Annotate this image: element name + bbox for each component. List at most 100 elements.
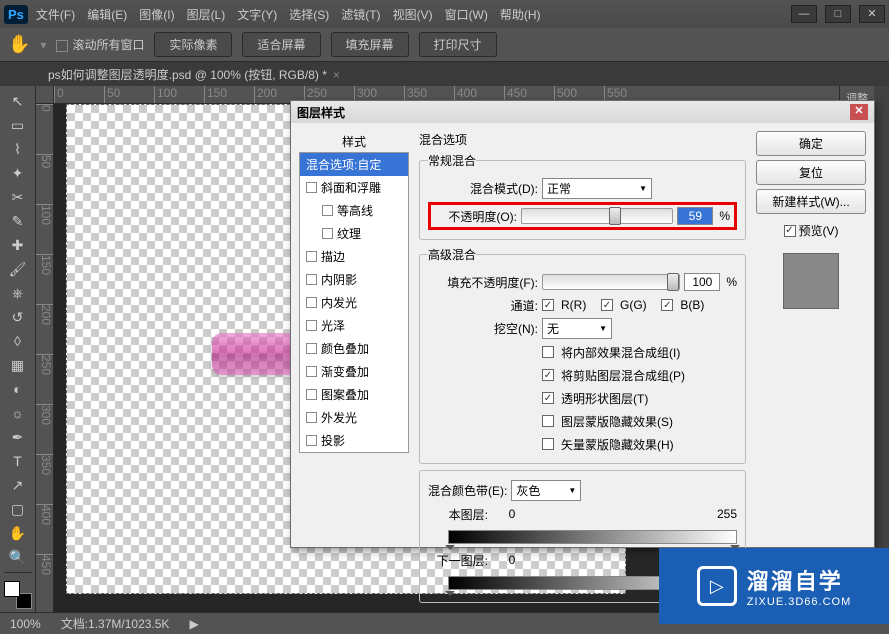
- toolbox: ↖ ▭ ⌇ ✦ ✂ ✎ ✚ 🖌 ⎈ ↺ ◊ ▦ ◐ ☼ ✒ T ↗ ▢ ✋ 🔍: [0, 86, 36, 612]
- styles-column: 样式 混合选项:自定 斜面和浮雕 等高线 纹理 描边 内阴影 内发光 光泽 颜色…: [299, 131, 409, 539]
- options-bar: ✋ ▾ 滚动所有窗口 实际像素 适合屏幕 填充屏幕 打印尺寸: [0, 28, 889, 62]
- style-stroke[interactable]: 描边: [300, 245, 408, 268]
- chevron-right-icon[interactable]: ▶: [189, 617, 198, 631]
- transparency-shapes-checkbox[interactable]: [542, 392, 554, 404]
- menu-filter[interactable]: 滤镜(T): [341, 6, 380, 23]
- style-inner-glow[interactable]: 内发光: [300, 291, 408, 314]
- blur-tool[interactable]: ◐: [6, 378, 30, 400]
- this-layer-gradient[interactable]: [448, 530, 737, 544]
- style-outer-glow[interactable]: 外发光: [300, 406, 408, 429]
- path-tool[interactable]: ↗: [6, 474, 30, 496]
- history-brush-tool[interactable]: ↺: [6, 306, 30, 328]
- blend-if-select[interactable]: 灰色▼: [511, 480, 581, 501]
- general-blending-group: 常规混合 混合模式(D): 正常▼ 不透明度(O): 59 %: [419, 152, 746, 240]
- new-style-button[interactable]: 新建样式(W)...: [756, 189, 866, 214]
- style-bevel[interactable]: 斜面和浮雕: [300, 176, 408, 199]
- options-column: 混合选项 常规混合 混合模式(D): 正常▼ 不透明度(O): 59 % 高级混…: [415, 131, 750, 539]
- channel-r-checkbox[interactable]: [542, 299, 554, 311]
- window-minimize-button[interactable]: —: [791, 5, 817, 23]
- menu-edit[interactable]: 编辑(E): [87, 6, 127, 23]
- preview-thumbnail: [783, 253, 839, 309]
- cancel-button[interactable]: 复位: [756, 160, 866, 185]
- opacity-input[interactable]: 59: [677, 207, 713, 225]
- window-close-button[interactable]: ✕: [859, 5, 885, 23]
- scroll-all-label: 滚动所有窗口: [72, 38, 144, 52]
- style-gradient-overlay[interactable]: 渐变叠加: [300, 360, 408, 383]
- menu-window[interactable]: 窗口(W): [445, 6, 488, 23]
- percent-label: %: [719, 209, 730, 223]
- blend-clipped-checkbox[interactable]: [542, 369, 554, 381]
- styles-heading: 样式: [299, 131, 409, 152]
- fill-screen-button[interactable]: 填充屏幕: [331, 32, 409, 57]
- style-pattern-overlay[interactable]: 图案叠加: [300, 383, 408, 406]
- menu-view[interactable]: 视图(V): [393, 6, 433, 23]
- marquee-tool[interactable]: ▭: [6, 114, 30, 136]
- knockout-select[interactable]: 无▼: [542, 318, 612, 339]
- watermark: ▷ 溜溜自学 ZIXUE.3D66.COM: [659, 548, 889, 624]
- heal-tool[interactable]: ✚: [6, 234, 30, 256]
- layer-mask-hides-checkbox[interactable]: [542, 415, 554, 427]
- color-swatches[interactable]: [4, 581, 32, 609]
- watermark-title: 溜溜自学: [747, 564, 851, 596]
- zoom-level[interactable]: 100%: [10, 617, 41, 631]
- scroll-all-checkbox[interactable]: [56, 40, 68, 52]
- opacity-slider[interactable]: [521, 208, 673, 224]
- brush-tool[interactable]: 🖌: [6, 258, 30, 280]
- channel-b-checkbox[interactable]: [661, 299, 673, 311]
- document-tabs: ps如何调整图层透明度.psd @ 100% (按钮, RGB/8) *×: [0, 62, 889, 86]
- lasso-tool[interactable]: ⌇: [6, 138, 30, 160]
- blend-mode-select[interactable]: 正常▼: [542, 178, 652, 199]
- style-drop-shadow[interactable]: 投影: [300, 429, 408, 452]
- eyedropper-tool[interactable]: ✎: [6, 210, 30, 232]
- preview-checkbox[interactable]: [784, 225, 796, 237]
- channel-g-checkbox[interactable]: [601, 299, 613, 311]
- pen-tool[interactable]: ✒: [6, 426, 30, 448]
- style-satin[interactable]: 光泽: [300, 314, 408, 337]
- style-color-overlay[interactable]: 颜色叠加: [300, 337, 408, 360]
- style-texture[interactable]: 纹理: [300, 222, 408, 245]
- menu-file[interactable]: 文件(F): [36, 6, 75, 23]
- type-tool[interactable]: T: [6, 450, 30, 472]
- blend-interior-checkbox[interactable]: [542, 346, 554, 358]
- close-icon[interactable]: ×: [333, 68, 340, 82]
- dodge-tool[interactable]: ☼: [6, 402, 30, 424]
- window-maximize-button[interactable]: □: [825, 5, 851, 23]
- document-tab[interactable]: ps如何调整图层透明度.psd @ 100% (按钮, RGB/8) *×: [40, 66, 348, 83]
- fill-opacity-slider[interactable]: [542, 274, 680, 290]
- dialog-title: 图层样式: [297, 104, 345, 121]
- move-tool[interactable]: ↖: [6, 90, 30, 112]
- dialog-buttons-column: 确定 复位 新建样式(W)... 预览(V): [756, 131, 866, 539]
- menu-help[interactable]: 帮助(H): [500, 6, 541, 23]
- menu-image[interactable]: 图像(I): [139, 6, 174, 23]
- dialog-close-button[interactable]: ✕: [850, 104, 868, 120]
- print-size-button[interactable]: 打印尺寸: [419, 32, 497, 57]
- eraser-tool[interactable]: ◊: [6, 330, 30, 352]
- wand-tool[interactable]: ✦: [6, 162, 30, 184]
- stamp-tool[interactable]: ⎈: [6, 282, 30, 304]
- style-inner-shadow[interactable]: 内阴影: [300, 268, 408, 291]
- zoom-tool[interactable]: 🔍: [6, 546, 30, 568]
- gradient-tool[interactable]: ▦: [6, 354, 30, 376]
- ok-button[interactable]: 确定: [756, 131, 866, 156]
- style-blending-options[interactable]: 混合选项:自定: [300, 153, 408, 176]
- vector-mask-hides-checkbox[interactable]: [542, 438, 554, 450]
- blend-if-label: 混合颜色带(E):: [428, 482, 507, 499]
- dialog-titlebar[interactable]: 图层样式 ✕: [291, 101, 874, 123]
- fit-screen-button[interactable]: 适合屏幕: [242, 32, 320, 57]
- app-badge: Ps: [4, 5, 28, 24]
- menu-select[interactable]: 选择(S): [289, 6, 329, 23]
- style-contour[interactable]: 等高线: [300, 199, 408, 222]
- advanced-blending-legend: 高级混合: [428, 246, 476, 263]
- menu-layer[interactable]: 图层(L): [187, 6, 226, 23]
- fill-opacity-input[interactable]: 100: [684, 273, 720, 291]
- hand-tool[interactable]: ✋: [6, 522, 30, 544]
- under-layer-label: 下一图层:: [428, 552, 488, 569]
- crop-tool[interactable]: ✂: [6, 186, 30, 208]
- play-icon: ▷: [697, 566, 737, 606]
- vertical-ruler[interactable]: 050100150200250300350400450: [36, 104, 54, 612]
- fill-opacity-label: 填充不透明度(F):: [428, 274, 538, 291]
- advanced-blending-group: 高级混合 填充不透明度(F): 100 % 通道: R(R) G(G) B(B)…: [419, 246, 746, 464]
- menu-type[interactable]: 文字(Y): [237, 6, 277, 23]
- actual-pixels-button[interactable]: 实际像素: [154, 32, 232, 57]
- shape-tool[interactable]: ▢: [6, 498, 30, 520]
